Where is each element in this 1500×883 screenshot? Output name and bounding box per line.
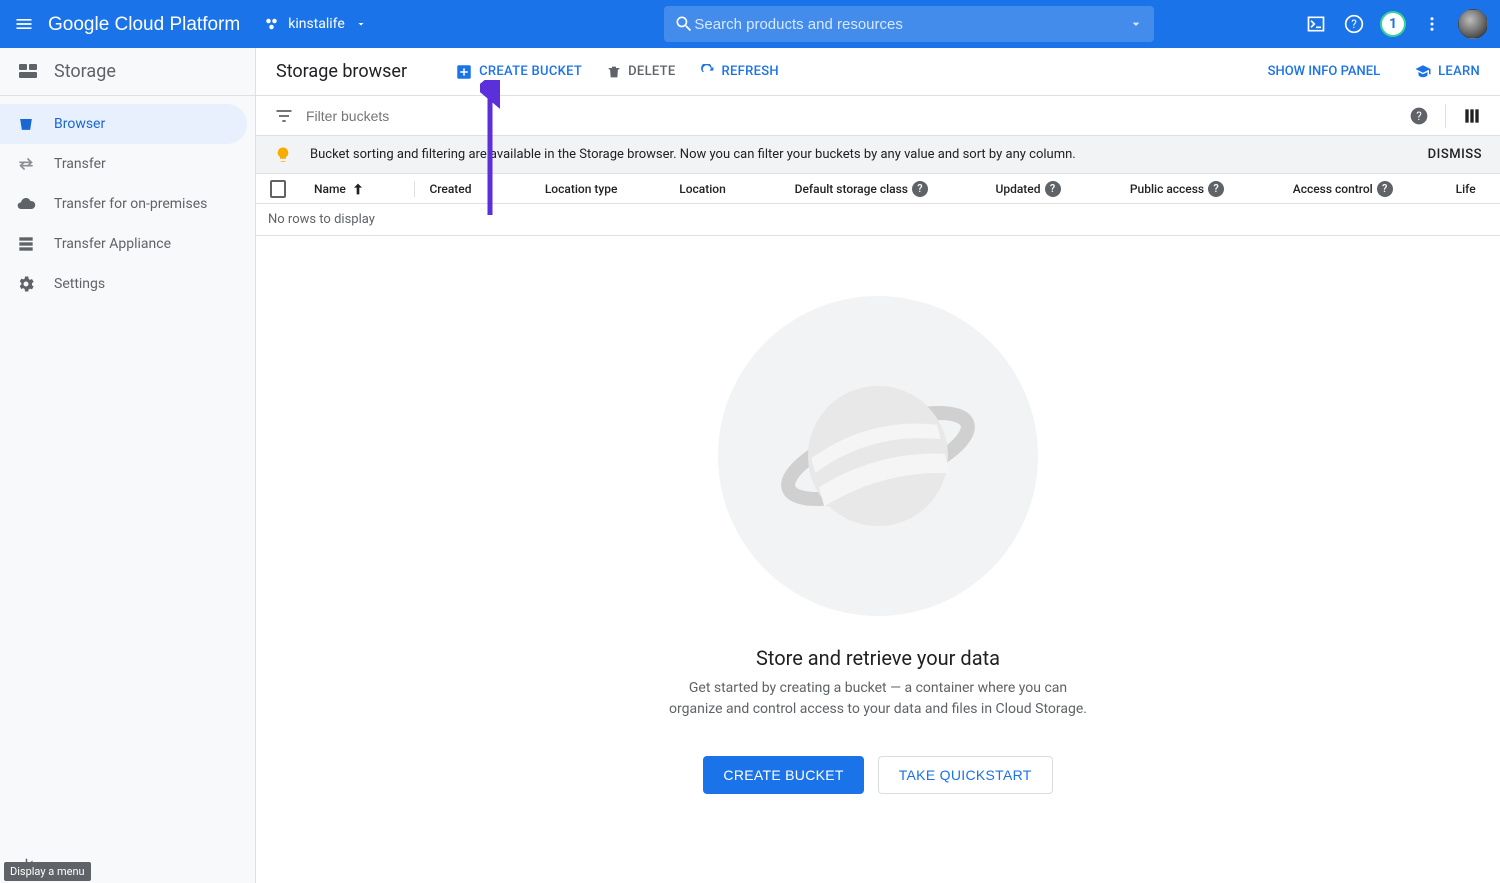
search-box[interactable]: [664, 6, 1154, 42]
dismiss-button[interactable]: DISMISS: [1428, 147, 1482, 162]
sidebar-item-transfer-onprem[interactable]: Transfer for on-premises: [0, 184, 255, 224]
gear-icon: [16, 274, 36, 294]
info-banner: Bucket sorting and filtering are availab…: [256, 136, 1500, 174]
search-dropdown-icon[interactable]: [1128, 16, 1144, 32]
col-updated[interactable]: Updated?: [981, 181, 1115, 197]
help-icon[interactable]: ?: [912, 181, 928, 197]
table-header: Name Created Location type Location Defa…: [256, 174, 1500, 204]
bucket-icon: [16, 114, 36, 134]
project-name: kinstalife: [288, 16, 345, 32]
banner-text: Bucket sorting and filtering are availab…: [310, 147, 1076, 162]
show-info-panel-link[interactable]: SHOW INFO PANEL: [1268, 64, 1381, 79]
avatar[interactable]: [1458, 9, 1488, 39]
select-all-checkbox[interactable]: [256, 180, 300, 198]
search-input[interactable]: [694, 16, 1120, 33]
project-selector[interactable]: kinstalife: [256, 11, 375, 37]
refresh-icon: [700, 64, 716, 80]
sidebar-item-label: Transfer: [54, 156, 106, 172]
plus-icon: [455, 63, 473, 81]
sidebar-item-transfer[interactable]: Transfer: [0, 144, 255, 184]
help-icon[interactable]: ?: [1045, 181, 1061, 197]
empty-state-title: Store and retrieve your data: [756, 646, 1000, 670]
menu-tooltip: Display a menu: [4, 862, 91, 881]
empty-state-illustration: [718, 296, 1038, 616]
sidebar-item-label: Transfer for on-premises: [54, 196, 207, 212]
storage-product-icon: [16, 60, 40, 84]
sidebar-title: Storage: [54, 61, 116, 82]
empty-state-description: Get started by creating a bucket — a con…: [663, 678, 1093, 720]
col-lifecycle[interactable]: Life: [1442, 182, 1500, 196]
filter-row: ?: [256, 96, 1500, 136]
sidebar-item-label: Transfer Appliance: [54, 236, 171, 252]
col-created[interactable]: Created: [415, 182, 530, 196]
learn-icon: [1414, 63, 1432, 81]
trash-icon: [606, 64, 622, 80]
delete-button[interactable]: DELETE: [606, 64, 675, 80]
svg-text:?: ?: [1416, 109, 1422, 123]
help-icon[interactable]: ?: [1342, 12, 1366, 36]
help-icon[interactable]: ?: [1208, 181, 1224, 197]
take-quickstart-button[interactable]: TAKE QUICKSTART: [878, 756, 1053, 794]
learn-button[interactable]: LEARN: [1414, 63, 1480, 81]
filter-input[interactable]: [306, 108, 1397, 124]
search-container: [375, 6, 1304, 42]
col-location-type[interactable]: Location type: [531, 182, 665, 196]
search-icon: [674, 14, 694, 34]
arrow-up-icon: [350, 181, 366, 197]
col-access-control[interactable]: Access control?: [1279, 181, 1442, 197]
col-name[interactable]: Name: [300, 181, 415, 197]
col-location[interactable]: Location: [665, 182, 780, 196]
chevron-down-icon: [355, 18, 367, 30]
svg-text:?: ?: [1351, 17, 1357, 31]
create-bucket-primary-button[interactable]: CREATE BUCKET: [703, 756, 863, 794]
appliance-icon: [16, 234, 36, 254]
more-icon[interactable]: [1420, 12, 1444, 36]
sidebar-item-label: Browser: [54, 116, 105, 132]
help-icon[interactable]: ?: [1409, 106, 1429, 126]
help-icon[interactable]: ?: [1377, 181, 1393, 197]
main-content: Storage browser CREATE BUCKET DELETE REF…: [256, 48, 1500, 883]
filter-icon[interactable]: [274, 106, 294, 126]
no-rows-message: No rows to display: [256, 204, 1500, 236]
header-actions: ? 1: [1304, 9, 1488, 39]
menu-icon[interactable]: [12, 12, 36, 36]
free-trial-badge[interactable]: 1: [1380, 11, 1406, 37]
lightbulb-icon: [274, 146, 292, 164]
sidebar-item-browser[interactable]: Browser: [0, 104, 247, 144]
column-settings-icon[interactable]: [1462, 106, 1482, 126]
gcp-logo[interactable]: Google Cloud Platform: [48, 12, 240, 36]
page-toolbar: Storage browser CREATE BUCKET DELETE REF…: [256, 48, 1500, 96]
sidebar-item-label: Settings: [54, 276, 105, 292]
page-title: Storage browser: [276, 61, 407, 82]
cloud-upload-icon: [16, 194, 36, 214]
col-public-access[interactable]: Public access?: [1116, 181, 1279, 197]
col-default-storage-class[interactable]: Default storage class?: [781, 181, 982, 197]
sidebar-item-settings[interactable]: Settings: [0, 264, 255, 304]
top-header: Google Cloud Platform kinstalife ? 1: [0, 0, 1500, 48]
sidebar-header: Storage: [0, 48, 255, 96]
sidebar: Storage Browser Transfer Transfer for on…: [0, 48, 256, 883]
empty-state: Store and retrieve your data Get started…: [256, 236, 1500, 883]
refresh-button[interactable]: REFRESH: [700, 64, 779, 80]
cloud-shell-icon[interactable]: [1304, 12, 1328, 36]
sidebar-item-transfer-appliance[interactable]: Transfer Appliance: [0, 224, 255, 264]
create-bucket-button[interactable]: CREATE BUCKET: [455, 63, 582, 81]
transfer-icon: [16, 154, 36, 174]
